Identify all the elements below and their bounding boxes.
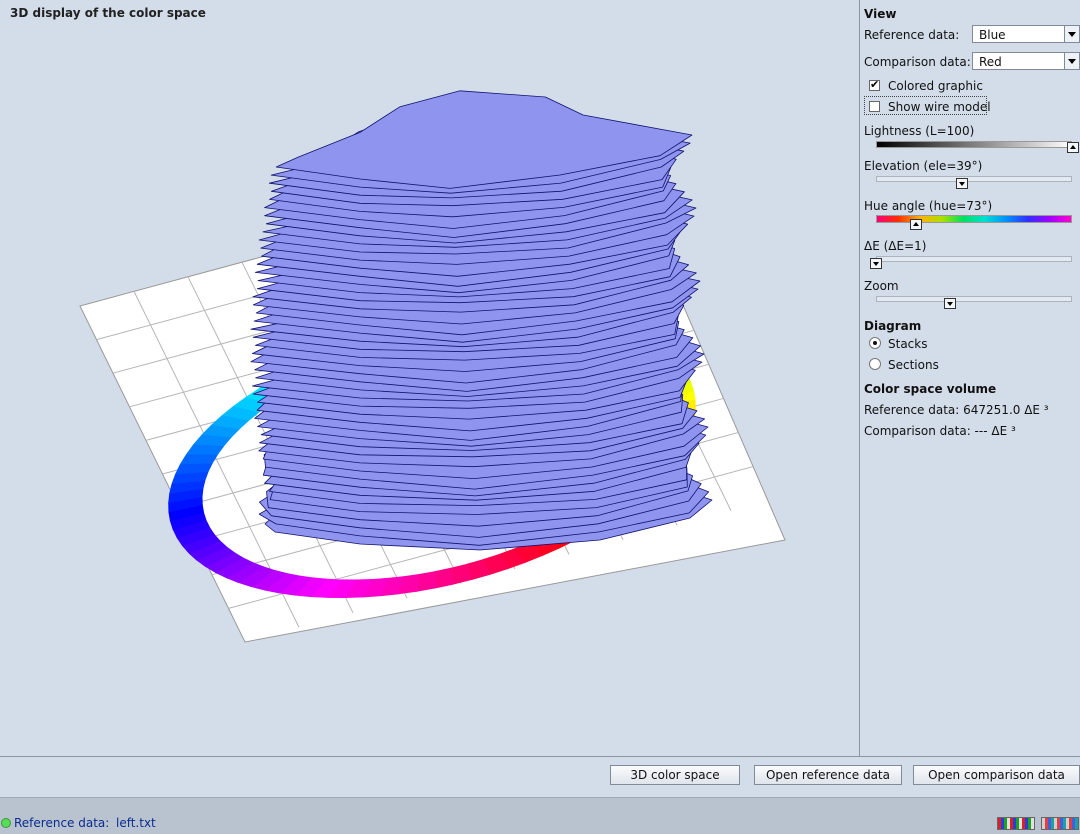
- status-reference-file: left.txt: [116, 816, 156, 830]
- status-bar: [0, 797, 1080, 834]
- hue-angle-label: Hue angle (hue=73°): [864, 199, 993, 213]
- delta-e-slider-thumb[interactable]: [870, 258, 882, 269]
- open-comparison-data-button[interactable]: Open comparison data: [913, 765, 1080, 785]
- elevation-label: Elevation (ele=39°): [864, 159, 983, 173]
- diagram-heading: Diagram: [864, 319, 922, 333]
- zoom-label: Zoom: [864, 279, 899, 293]
- zoom-slider-track[interactable]: [876, 296, 1072, 302]
- comparison-data-value: Red: [979, 55, 1002, 69]
- comparison-volume: Comparison data: --- ΔE ³: [864, 424, 1016, 438]
- reference-data-value: Blue: [979, 28, 1006, 42]
- status-reference-label: Reference data:: [14, 816, 110, 830]
- lightness-slider-thumb[interactable]: [1067, 142, 1079, 153]
- chevron-down-icon[interactable]: [1064, 53, 1079, 69]
- lightness-label: Lightness (L=100): [864, 124, 975, 138]
- color-volume-stacks: [250, 90, 713, 551]
- hue-angle-slider-track[interactable]: [876, 215, 1072, 223]
- panel-divider: [859, 0, 860, 756]
- color-strip-icon: [997, 817, 1035, 830]
- hue-ring-segment: [416, 571, 436, 592]
- view-title: 3D display of the color space: [10, 6, 206, 20]
- reference-volume: Reference data: 647251.0 ΔE ³: [864, 403, 1049, 417]
- view-settings-panel: View Reference data: Blue Comparison dat…: [864, 0, 1080, 756]
- zoom-slider-thumb[interactable]: [944, 298, 956, 309]
- stacks-label[interactable]: Stacks: [888, 337, 927, 351]
- colored-graphic-checkbox[interactable]: [869, 78, 880, 91]
- colored-graphic-label[interactable]: Colored graphic: [888, 79, 983, 93]
- 3d-color-space-button[interactable]: 3D color space: [610, 765, 740, 785]
- reference-data-label: Reference data:: [864, 28, 960, 42]
- footer-divider: [0, 756, 1080, 757]
- stacks-radio[interactable]: [869, 337, 881, 349]
- wire-model-label[interactable]: Show wire model: [888, 100, 991, 114]
- hue-angle-slider-thumb[interactable]: [910, 219, 922, 230]
- lightness-slider-track[interactable]: [876, 141, 1072, 148]
- sections-label[interactable]: Sections: [888, 358, 939, 372]
- color-strip-icon: [1041, 817, 1079, 830]
- comparison-data-select[interactable]: Red: [972, 52, 1080, 70]
- elevation-slider-thumb[interactable]: [956, 178, 968, 189]
- hue-ring-segment: [179, 453, 219, 465]
- comparison-data-label: Comparison data:: [864, 55, 971, 69]
- volume-heading: Color space volume: [864, 382, 997, 396]
- open-reference-data-button[interactable]: Open reference data: [754, 765, 902, 785]
- color-space-3d-view[interactable]: [0, 0, 858, 755]
- elevation-slider-track[interactable]: [876, 176, 1072, 182]
- view-heading: View: [864, 7, 897, 21]
- delta-e-slider-track[interactable]: [876, 256, 1072, 262]
- status-indicator-icon: [1, 818, 11, 828]
- chevron-down-icon[interactable]: [1064, 26, 1079, 42]
- wire-model-checkbox[interactable]: [869, 101, 880, 112]
- reference-data-select[interactable]: Blue: [972, 25, 1080, 43]
- delta-e-label: ΔE (ΔE=1): [864, 239, 927, 253]
- sections-radio[interactable]: [869, 358, 881, 370]
